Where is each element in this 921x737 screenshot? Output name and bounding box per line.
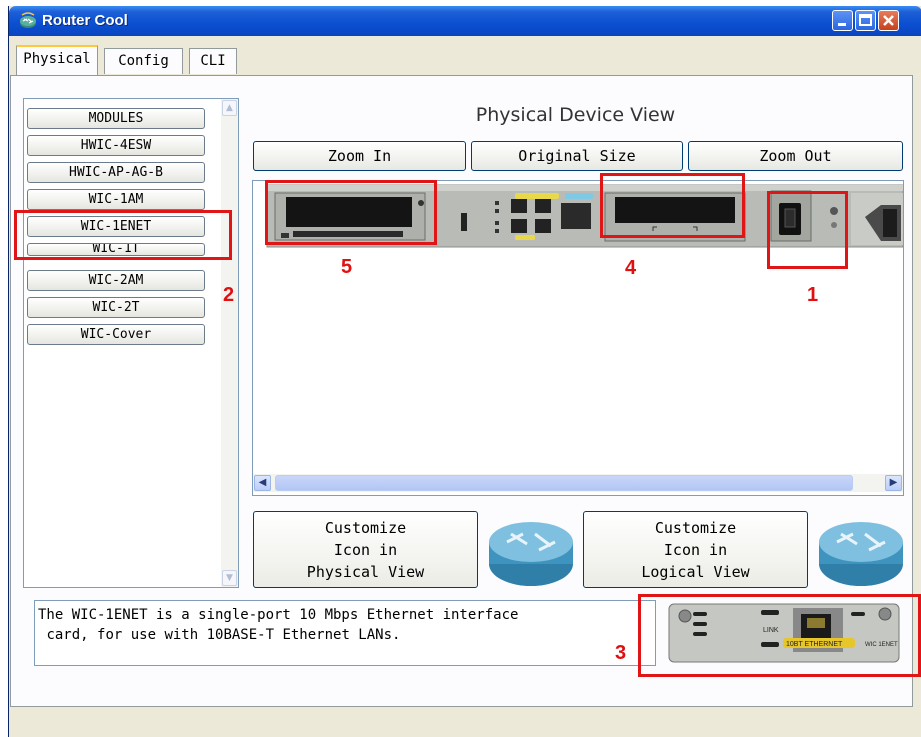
module-list[interactable]: MODULES HWIC-4ESW HWIC-AP-AG-B WIC-1AM W… — [23, 98, 239, 588]
maximize-icon — [859, 14, 872, 26]
scroll-left-icon[interactable]: ◀ — [254, 475, 271, 491]
module-item[interactable]: WIC-2T — [27, 297, 205, 318]
module-header[interactable]: MODULES — [27, 108, 205, 129]
callout-2: 2 — [223, 284, 235, 306]
customize-logical-line1: Customize — [654, 519, 737, 537]
close-button[interactable] — [878, 10, 899, 31]
callout-1: 1 — [807, 284, 819, 306]
scroll-right-icon[interactable]: ▶ — [885, 475, 902, 491]
physical-view-title: Physical Device View — [475, 104, 676, 126]
device-view-hscrollbar[interactable]: ◀ ▶ — [253, 474, 903, 492]
customize-logical-line2: Icon in — [663, 541, 728, 559]
tab-physical[interactable]: Physical — [16, 45, 98, 75]
window-bottom — [9, 707, 921, 737]
customize-logical-button[interactable]: Customize Icon in Logical View — [583, 511, 808, 588]
module-item[interactable]: WIC-1AM — [27, 189, 205, 210]
module-item[interactable]: WIC-2AM — [27, 270, 205, 291]
highlight-power-switch — [767, 191, 848, 269]
highlight-module-preview — [638, 594, 921, 677]
minimize-icon — [838, 23, 846, 26]
title-bar[interactable]: Router Cool — [9, 6, 921, 36]
customize-logical-line3: Logical View — [641, 563, 750, 581]
zoom-out-button[interactable]: Zoom Out — [688, 141, 903, 171]
customize-physical-line3: Physical View — [306, 563, 425, 581]
callout-3: 3 — [615, 642, 627, 664]
highlight-slot-left — [265, 180, 437, 245]
window-title: Router Cool — [42, 12, 128, 29]
callout-4: 4 — [625, 257, 637, 279]
highlight-slot-right — [600, 173, 745, 238]
minimize-button[interactable] — [832, 10, 853, 31]
customize-physical-line1: Customize — [324, 519, 407, 537]
highlight-module-wic-1enet — [14, 210, 232, 260]
module-description: The WIC-1ENET is a single-port 10 Mbps E… — [34, 600, 656, 666]
zoom-in-button[interactable]: Zoom In — [253, 141, 466, 171]
module-item[interactable]: WIC-Cover — [27, 324, 205, 345]
tab-cli[interactable]: CLI — [189, 48, 237, 74]
scroll-thumb[interactable] — [275, 475, 853, 491]
callout-5: 5 — [341, 256, 353, 278]
router-app-icon — [20, 12, 36, 28]
customize-physical-line2: Icon in — [333, 541, 398, 559]
router-icon — [489, 522, 573, 586]
close-icon — [883, 15, 894, 26]
original-size-button[interactable]: Original Size — [471, 141, 683, 171]
module-item[interactable]: HWIC-4ESW — [27, 135, 205, 156]
maximize-button[interactable] — [855, 10, 876, 31]
scroll-up-icon[interactable]: ▲ — [222, 100, 237, 116]
customize-physical-button[interactable]: Customize Icon in Physical View — [253, 511, 478, 588]
router-icon — [819, 522, 903, 586]
tab-config[interactable]: Config — [104, 48, 183, 74]
module-list-scrollbar[interactable]: ▲ ▼ — [221, 99, 238, 587]
module-item[interactable]: HWIC-AP-AG-B — [27, 162, 205, 183]
scroll-down-icon[interactable]: ▼ — [222, 570, 237, 586]
